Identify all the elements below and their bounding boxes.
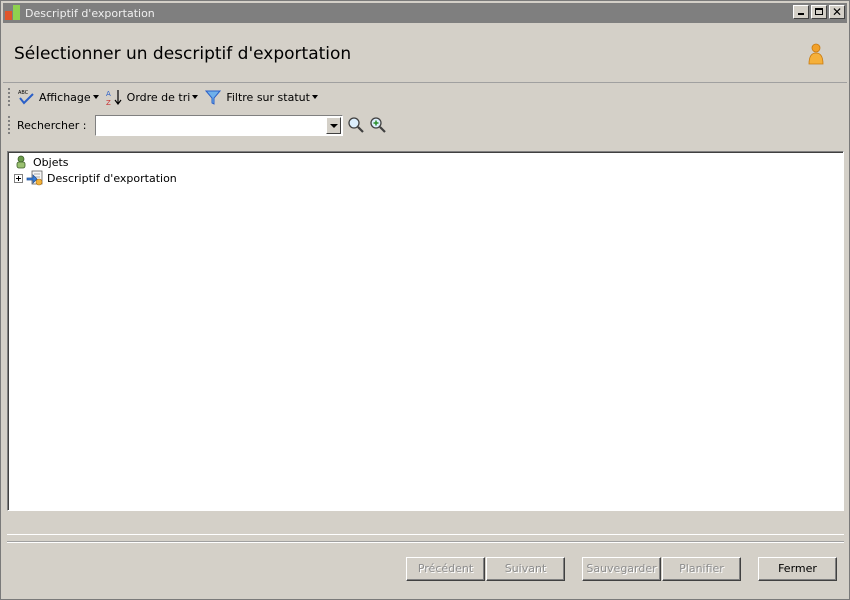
search-icon[interactable] xyxy=(347,116,365,134)
advanced-search-icon[interactable] xyxy=(369,116,387,134)
spellcheck-icon[interactable]: ABC xyxy=(17,88,35,106)
tree-item-label: Descriptif d'exportation xyxy=(47,171,177,185)
minimize-icon xyxy=(798,13,804,15)
objects-icon xyxy=(16,155,26,169)
previous-button[interactable]: Précédent xyxy=(406,557,485,581)
view-menu[interactable]: Affichage xyxy=(39,91,91,104)
status-filter-menu[interactable]: Filtre sur statut xyxy=(226,91,310,104)
next-button[interactable]: Suivant xyxy=(486,557,565,581)
svg-text:Z: Z xyxy=(106,99,111,106)
svg-text:A: A xyxy=(106,90,111,98)
app-icon xyxy=(5,5,21,21)
window-controls: ✕ xyxy=(793,5,845,19)
search-label: Rechercher : xyxy=(17,118,87,132)
tree-root[interactable]: Objets xyxy=(14,154,69,170)
divider xyxy=(7,541,844,543)
title-bar[interactable]: Descriptif d'exportation ✕ xyxy=(3,3,847,23)
sort-order-menu[interactable]: Ordre de tri xyxy=(127,91,191,104)
search-toolbar: Rechercher : xyxy=(8,114,387,136)
window-title: Descriptif d'exportation xyxy=(25,6,155,20)
view-toolbar: ABC Affichage A Z Ordre de tri Filtre su… xyxy=(8,86,324,108)
toolbar-grip[interactable] xyxy=(8,88,11,106)
tree-root-label: Objets xyxy=(33,155,69,169)
expand-icon[interactable] xyxy=(14,173,23,183)
maximize-icon xyxy=(815,8,823,15)
svg-text:ABC: ABC xyxy=(18,90,29,96)
chevron-down-icon[interactable] xyxy=(192,95,199,99)
search-input[interactable] xyxy=(97,116,326,134)
dropdown-button[interactable] xyxy=(325,116,341,134)
save-button[interactable]: Sauvegarder xyxy=(582,557,661,581)
export-descriptor-window: Descriptif d'exportation ✕ Sélectionner … xyxy=(0,0,850,600)
chevron-down-icon[interactable] xyxy=(311,95,318,99)
status-strip xyxy=(7,513,844,535)
page-title: Sélectionner un descriptif d'exportation xyxy=(14,44,352,64)
user-icon xyxy=(808,43,824,65)
object-tree[interactable]: Objets Descriptif d'exportation xyxy=(7,151,844,511)
maximize-button[interactable] xyxy=(811,5,827,19)
sort-az-icon[interactable]: A Z xyxy=(105,88,123,106)
minimize-button[interactable] xyxy=(793,5,809,19)
toolbar-grip[interactable] xyxy=(8,116,11,134)
close-button[interactable]: Fermer xyxy=(758,557,837,581)
chevron-down-icon[interactable] xyxy=(92,95,99,99)
header: Sélectionner un descriptif d'exportation xyxy=(3,23,847,83)
search-combobox[interactable] xyxy=(94,114,343,136)
filter-icon[interactable] xyxy=(204,88,222,106)
schedule-button[interactable]: Planifier xyxy=(662,557,741,581)
export-descriptor-icon xyxy=(26,170,43,186)
close-icon: ✕ xyxy=(831,5,843,19)
close-window-button[interactable]: ✕ xyxy=(829,5,845,19)
tree-item[interactable]: Descriptif d'exportation xyxy=(14,170,177,186)
